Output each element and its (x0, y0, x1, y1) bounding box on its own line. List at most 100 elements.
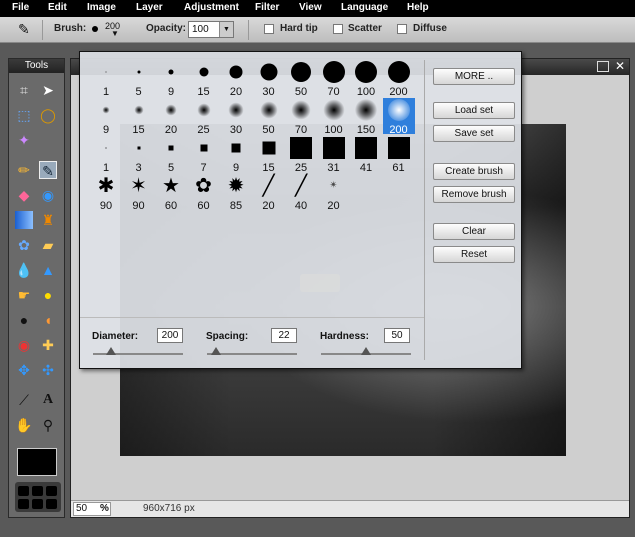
brush-icon[interactable]: ✎ (39, 161, 57, 179)
smudge-icon[interactable]: ☛ (15, 286, 33, 304)
brush-preset[interactable]: 50 (285, 60, 317, 98)
brush-preset[interactable]: 41 (350, 136, 382, 174)
lasso-icon[interactable]: ◯ (39, 106, 57, 124)
brush-preset[interactable]: 9 (90, 98, 122, 136)
hardness-slider-thumb[interactable] (361, 347, 371, 355)
menu-image[interactable]: Image (87, 2, 116, 13)
menu-language[interactable]: Language (341, 2, 388, 13)
blur-icon[interactable]: 💧 (15, 261, 33, 279)
brush-preset[interactable]: ╱ 20 (253, 174, 285, 212)
brush-preset[interactable]: 25 (285, 136, 317, 174)
menu-layer[interactable]: Layer (136, 2, 163, 13)
marquee-icon[interactable]: ⬚ (15, 106, 33, 124)
type-icon[interactable]: A (39, 391, 57, 409)
eyedropper-icon[interactable]: ⟋ (15, 391, 33, 409)
crop-icon[interactable]: ⌗ (15, 81, 33, 99)
brush-preset[interactable]: ✹ 85 (220, 174, 252, 212)
brush-preset[interactable]: 7 (188, 136, 220, 174)
pinch-icon[interactable]: ✣ (39, 361, 57, 379)
menu-edit[interactable]: Edit (48, 2, 67, 13)
brush-preset[interactable]: 100 (350, 60, 382, 98)
brush-size-label: 100 (324, 124, 343, 136)
sponge-icon[interactable]: ● (39, 286, 57, 304)
brush-preset[interactable]: 5 (123, 60, 155, 98)
brush-preset[interactable]: 100 (318, 98, 350, 136)
brush-preset[interactable]: 15 (123, 98, 155, 136)
burn-icon[interactable]: ◖ (39, 311, 57, 329)
brush-preset[interactable]: 31 (318, 136, 350, 174)
zoom-icon[interactable]: ⚲ (39, 416, 57, 434)
pencil-icon[interactable]: ✏ (15, 161, 33, 179)
brush-preset[interactable]: 15 (188, 60, 220, 98)
brush-preset[interactable]: 25 (188, 98, 220, 136)
more-brushes-button[interactable]: MORE .. (433, 68, 515, 85)
magic-wand-icon[interactable]: ✦ (15, 131, 33, 149)
brush-preset[interactable]: 20 (155, 98, 187, 136)
stamp-icon[interactable]: ♜ (39, 211, 57, 229)
load-set-button[interactable]: Load set (433, 102, 515, 119)
spot-heal-icon[interactable]: ✚ (39, 336, 57, 354)
diameter-field[interactable]: 200 (157, 328, 183, 343)
menu-filter[interactable]: Filter (255, 2, 279, 13)
close-icon[interactable]: ✕ (615, 59, 625, 73)
hardness-field[interactable]: 50 (384, 328, 410, 343)
spacing-field[interactable]: 22 (271, 328, 297, 343)
bucket-icon[interactable]: ◉ (39, 186, 57, 204)
color-swatch[interactable] (17, 448, 57, 476)
drawing-icon[interactable]: ▰ (39, 236, 57, 254)
dodge-icon[interactable]: ● (15, 311, 33, 329)
gradient-icon[interactable] (15, 211, 33, 229)
zoom-field[interactable]: 50 % (73, 502, 111, 516)
sharpen-icon[interactable]: ▲ (39, 261, 57, 279)
brush-preset[interactable]: ✱ 90 (90, 174, 122, 212)
brush-preset[interactable]: 61 (383, 136, 415, 174)
menu-view[interactable]: View (299, 2, 322, 13)
brush-preset[interactable]: 1 (90, 60, 122, 98)
menu-adjustment[interactable]: Adjustment (184, 2, 239, 13)
brush-preset[interactable]: 3 (123, 136, 155, 174)
scatter-checkbox[interactable] (333, 24, 343, 34)
create-brush-button[interactable]: Create brush (433, 163, 515, 180)
brush-preset[interactable]: 9 (220, 136, 252, 174)
brush-preset[interactable]: 1 (90, 136, 122, 174)
brush-preset[interactable]: ╱ 40 (285, 174, 317, 212)
brush-preset[interactable]: ✿ 60 (188, 174, 220, 212)
opacity-dropdown-icon[interactable]: ▼ (219, 22, 233, 37)
brush-preset[interactable]: 30 (220, 98, 252, 136)
brush-preset[interactable]: 200 (383, 60, 415, 98)
remove-brush-button[interactable]: Remove brush (433, 186, 515, 203)
reset-button[interactable]: Reset (433, 246, 515, 263)
brush-preset[interactable]: 200 (382, 98, 415, 136)
brush-preset[interactable]: 5 (155, 136, 187, 174)
spacing-slider-thumb[interactable] (211, 347, 221, 355)
brush-preset[interactable]: ✶ 90 (123, 174, 155, 212)
minimize-icon[interactable] (597, 61, 609, 72)
red-eye-icon[interactable]: ◉ (15, 336, 33, 354)
opacity-field[interactable]: 100 ▼ (188, 21, 234, 38)
bloat-icon[interactable]: ✥ (15, 361, 33, 379)
color-replace-icon[interactable]: ✿ (15, 236, 33, 254)
brush-preset[interactable]: ★ 60 (155, 174, 187, 212)
brush-preset[interactable]: 50 (253, 98, 285, 136)
brush-preset[interactable]: ✴ 20 (318, 174, 350, 212)
hand-icon[interactable]: ✋ (15, 416, 33, 434)
brush-preset[interactable]: 150 (350, 98, 382, 136)
move-icon[interactable]: ➤ (39, 81, 57, 99)
brush-preset[interactable]: 15 (253, 136, 285, 174)
brush-preset[interactable]: 9 (155, 60, 187, 98)
save-set-button[interactable]: Save set (433, 125, 515, 142)
diffuse-checkbox[interactable] (397, 24, 407, 34)
swatch-grid[interactable] (15, 482, 61, 512)
brush-picker[interactable]: 200 ▼ (88, 20, 130, 40)
menu-help[interactable]: Help (407, 2, 429, 13)
eraser-icon[interactable]: ◆ (15, 186, 33, 204)
diameter-slider-thumb[interactable] (106, 347, 116, 355)
menu-file[interactable]: File (12, 2, 29, 13)
brush-preset[interactable]: 70 (318, 60, 350, 98)
brush-preset[interactable]: 70 (285, 98, 317, 136)
clear-button[interactable]: Clear (433, 223, 515, 240)
hard-tip-checkbox[interactable] (264, 24, 274, 34)
brush-shape-icon: ╱ (294, 175, 308, 197)
brush-preset[interactable]: 20 (220, 60, 252, 98)
brush-preset[interactable]: 30 (253, 60, 285, 98)
